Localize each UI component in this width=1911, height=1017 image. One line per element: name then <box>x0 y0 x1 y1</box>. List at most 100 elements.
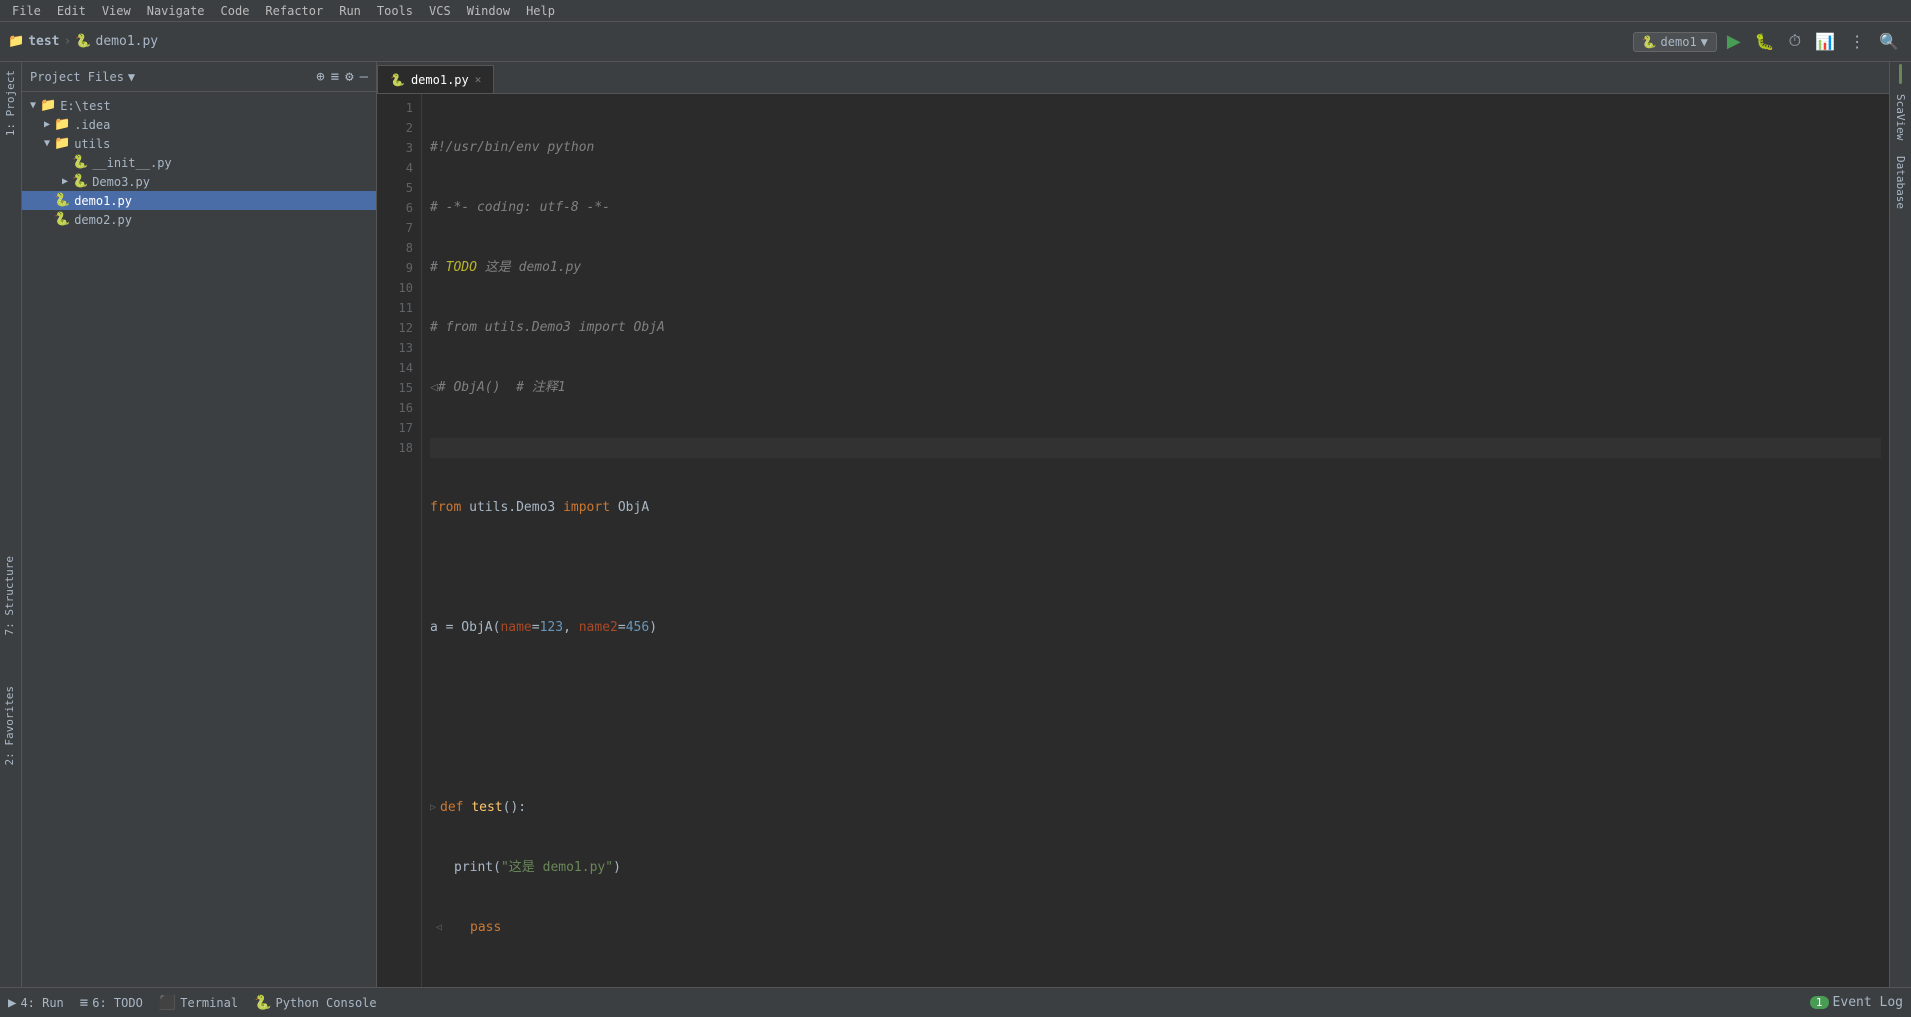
python-console-button[interactable]: 🐍 Python Console <box>254 995 377 1011</box>
python-console-icon: 🐍 <box>254 995 271 1011</box>
left-sidebar-tabs: 1: Project <box>0 62 22 987</box>
more-button[interactable]: ⋮ <box>1845 28 1869 56</box>
tree-item-init[interactable]: 🐍 __init__.py <box>22 153 376 172</box>
todo-label: 6: TODO <box>92 996 143 1010</box>
label-demo1: demo1.py <box>74 194 132 208</box>
toolbar-actions: 🐍 demo1 ▼ ▶ 🐛 ⏱ 📊 ⋮ 🔍 <box>1633 27 1903 56</box>
code-text: # TODO 这是 demo1.py <box>430 258 581 278</box>
fold-indicator-14: ◁ <box>430 918 442 938</box>
menu-run[interactable]: Run <box>331 0 369 21</box>
sidebar-tab-project[interactable]: 1: Project <box>1 62 20 144</box>
run-tool-button[interactable]: ▶ 4: Run <box>8 995 64 1011</box>
fold-indicator-12[interactable]: ▷ <box>430 798 436 818</box>
event-log-badge: 1 <box>1810 996 1829 1009</box>
code-content[interactable]: #!/usr/bin/env python # -*- coding: utf-… <box>422 94 1889 987</box>
code-line-14: ◁pass <box>430 918 1881 938</box>
code-text: from <box>430 498 469 518</box>
project-name[interactable]: test <box>28 34 59 49</box>
tree-item-idea[interactable]: ▶ 📁 .idea <box>22 115 376 134</box>
code-text: print("这是 demo1.py") <box>430 858 621 878</box>
code-line-6 <box>430 438 1881 458</box>
run-config-name: demo1 <box>1661 35 1697 49</box>
menu-refactor[interactable]: Refactor <box>257 0 331 21</box>
run-coverage-button[interactable]: ⏱ <box>1785 29 1805 55</box>
terminal-icon: ⬛ <box>159 995 176 1011</box>
breadcrumb: 📁 test › 🐍 demo1.py <box>8 34 1629 49</box>
code-text: def <box>440 798 471 818</box>
tab-icon: 🐍 <box>390 73 405 87</box>
bottom-bar: ▶ 4: Run ≡ 6: TODO ⬛ Terminal 🐍 Python C… <box>0 987 1911 1017</box>
menu-edit[interactable]: Edit <box>49 0 94 21</box>
database-tab[interactable]: Database <box>1891 148 1910 217</box>
project-panel: Project Files ▼ ⊕ ≡ ⚙ – ▼ 📁 E:\test ▶ <box>22 62 377 987</box>
todo-tool-button[interactable]: ≡ 6: TODO <box>80 995 143 1011</box>
event-log-label[interactable]: Event Log <box>1833 995 1903 1010</box>
terminal-button[interactable]: ⬛ Terminal <box>159 995 238 1011</box>
menu-vcs[interactable]: VCS <box>421 0 459 21</box>
profile-button[interactable]: 📊 <box>1811 28 1839 56</box>
menu-bar: File Edit View Navigate Code Refactor Ru… <box>0 0 1911 22</box>
menu-file[interactable]: File <box>4 0 49 21</box>
folder-icon-utils: 📁 <box>54 136 70 151</box>
code-line-15 <box>430 978 1881 987</box>
panel-title-text: Project Files <box>30 70 124 84</box>
code-line-3: # TODO 这是 demo1.py <box>430 258 1881 278</box>
panel-dropdown-icon[interactable]: ▼ <box>128 70 135 84</box>
run-button[interactable]: ▶ <box>1723 27 1745 56</box>
code-line-11 <box>430 738 1881 758</box>
debug-button[interactable]: 🐛 <box>1751 28 1779 56</box>
tree-item-demo1[interactable]: 🐍 demo1.py <box>22 191 376 210</box>
menu-tools[interactable]: Tools <box>369 0 421 21</box>
arrow-idea: ▶ <box>40 119 54 130</box>
tab-demo1[interactable]: 🐍 demo1.py ✕ <box>377 65 494 93</box>
gutter-5: ◁ <box>430 378 438 398</box>
run-label: 4: Run <box>20 996 63 1010</box>
favorites-tab[interactable]: 2: Favorites <box>0 680 19 771</box>
scaview-tab[interactable]: ScaView <box>1891 86 1910 148</box>
code-text: # -*- coding: utf-8 -*- <box>430 198 610 218</box>
collapse-icon[interactable]: ≡ <box>331 69 339 85</box>
menu-code[interactable]: Code <box>213 0 258 21</box>
breadcrumb-file[interactable]: demo1.py <box>96 34 159 49</box>
line-numbers: 1 2 3 4 5 6 7 8 9 10 11 12 13 14 15 16 1… <box>377 94 422 987</box>
code-line-7: from utils.Demo3 import ObjA <box>430 498 1881 518</box>
code-line-5: ◁# ObjA() # 注释1 <box>430 378 1881 398</box>
code-line-2: # -*- coding: utf-8 -*- <box>430 198 1881 218</box>
editor-area: 🐍 demo1.py ✕ 1 2 3 4 5 6 7 8 9 10 11 12 … <box>377 62 1889 987</box>
arrow-utils: ▼ <box>40 138 54 149</box>
menu-view[interactable]: View <box>94 0 139 21</box>
code-line-12: ▷def test(): <box>430 798 1881 818</box>
search-button[interactable]: 🔍 <box>1875 28 1903 56</box>
tab-close-button[interactable]: ✕ <box>475 73 482 86</box>
folder-icon-root: 📁 <box>40 98 56 113</box>
tree-item-demo2[interactable]: 🐍 demo2.py <box>22 210 376 229</box>
code-editor[interactable]: 1 2 3 4 5 6 7 8 9 10 11 12 13 14 15 16 1… <box>377 94 1889 987</box>
code-line-4: # from utils.Demo3 import ObjA <box>430 318 1881 338</box>
locate-icon[interactable]: ⊕ <box>316 69 324 85</box>
label-root: E:\test <box>60 99 111 113</box>
file-icon-init: 🐍 <box>72 155 88 170</box>
label-init: __init__.py <box>92 156 171 170</box>
code-text: # from utils.Demo3 import ObjA <box>430 318 665 338</box>
structure-tab[interactable]: 7: Structure <box>0 550 19 641</box>
code-text: #!/usr/bin/env python <box>430 138 594 158</box>
bottom-right: 1 Event Log <box>1810 995 1903 1010</box>
file-icon-demo1: 🐍 <box>54 193 70 208</box>
code-line-9: a = ObjA(name=123, name2=456) <box>430 618 1881 638</box>
run-icon: ▶ <box>8 995 16 1011</box>
tree-item-utils[interactable]: ▼ 📁 utils <box>22 134 376 153</box>
file-icon: 🐍 <box>75 34 91 49</box>
tab-label: demo1.py <box>411 73 469 87</box>
settings-icon[interactable]: ⚙ <box>345 69 353 85</box>
file-icon-demo3: 🐍 <box>72 174 88 189</box>
run-config-selector[interactable]: 🐍 demo1 ▼ <box>1633 32 1717 52</box>
run-config-icon: 🐍 <box>1642 35 1657 49</box>
tree-item-demo3[interactable]: ▶ 🐍 Demo3.py <box>22 172 376 191</box>
tree-item-root[interactable]: ▼ 📁 E:\test <box>22 96 376 115</box>
menu-window[interactable]: Window <box>459 0 518 21</box>
menu-help[interactable]: Help <box>518 0 563 21</box>
menu-navigate[interactable]: Navigate <box>139 0 213 21</box>
hide-icon[interactable]: – <box>360 69 368 85</box>
editor-tabs: 🐍 demo1.py ✕ <box>377 62 1889 94</box>
arrow-demo3: ▶ <box>58 176 72 187</box>
